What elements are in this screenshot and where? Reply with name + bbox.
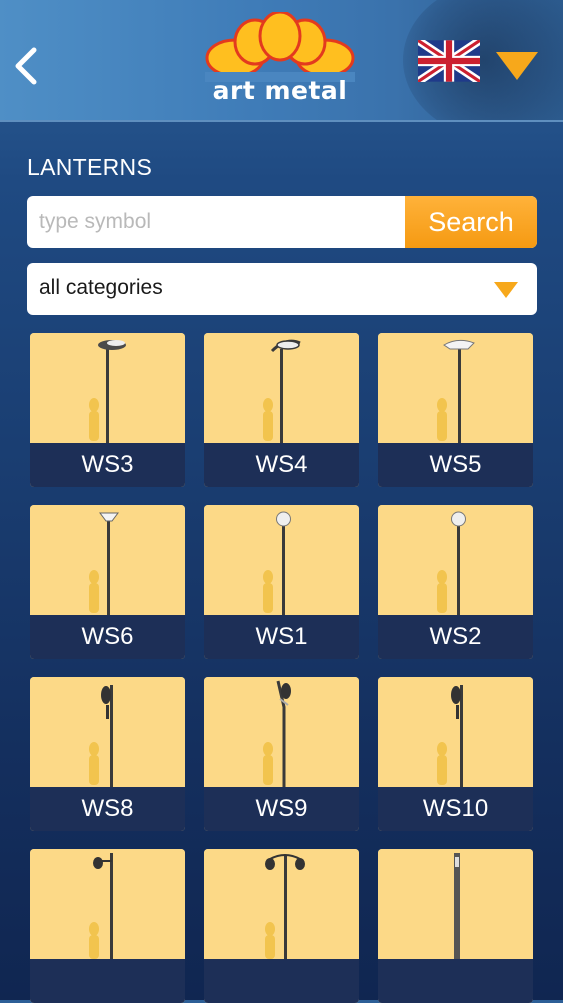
lantern-image-icon	[89, 512, 119, 615]
search-input[interactable]	[27, 196, 405, 248]
product-image	[30, 333, 185, 443]
product-image	[204, 849, 359, 959]
lantern-image-icon	[265, 854, 305, 959]
category-dropdown[interactable]: all categories	[27, 263, 537, 315]
product-label	[204, 959, 359, 1003]
lantern-image-icon	[89, 685, 113, 787]
art-metal-logo: art metal	[205, 10, 355, 107]
product-image	[378, 849, 533, 959]
language-flag-uk[interactable]	[415, 36, 483, 86]
product-card[interactable]	[30, 849, 185, 1003]
product-label: WS3	[30, 443, 185, 487]
product-image	[378, 333, 533, 443]
lantern-image-icon	[437, 339, 475, 443]
person-silhouette	[437, 570, 447, 613]
person-silhouette	[437, 742, 447, 785]
person-silhouette	[263, 398, 273, 441]
lantern-image-icon	[89, 853, 113, 959]
product-card[interactable]: WS9	[204, 677, 359, 831]
product-image	[204, 677, 359, 787]
product-image	[378, 505, 533, 615]
lantern-image-icon	[454, 853, 460, 959]
category-selected-label: all categories	[39, 276, 163, 299]
person-silhouette	[89, 570, 99, 613]
back-button[interactable]	[8, 42, 48, 90]
chevron-down-icon	[494, 282, 518, 298]
product-card[interactable]: WS6	[30, 505, 185, 659]
person-silhouette	[89, 742, 99, 785]
product-card[interactable]	[378, 849, 533, 1003]
person-silhouette	[265, 922, 275, 959]
lantern-image-icon	[437, 685, 463, 787]
product-label: WS8	[30, 787, 185, 831]
product-image	[30, 505, 185, 615]
product-card[interactable]: WS8	[30, 677, 185, 831]
product-label: WS6	[30, 615, 185, 659]
product-card[interactable]: WS10	[378, 677, 533, 831]
app-header: art metal	[0, 0, 563, 122]
logo-text: art metal	[212, 76, 348, 105]
product-image	[204, 505, 359, 615]
uk-flag-icon	[415, 36, 483, 86]
product-image	[30, 849, 185, 959]
logo-petals-icon	[205, 10, 355, 82]
chevron-left-icon	[15, 47, 37, 85]
product-label: WS5	[378, 443, 533, 487]
person-silhouette	[89, 398, 99, 441]
product-label	[378, 959, 533, 1003]
triangle-down-icon	[496, 52, 538, 80]
product-image	[378, 677, 533, 787]
search-bar: Search	[27, 196, 537, 248]
section-title: LANTERNS	[27, 154, 153, 180]
product-card[interactable]: WS3	[30, 333, 185, 487]
lantern-image-icon	[263, 680, 291, 787]
language-dropdown-button[interactable]	[494, 50, 540, 82]
product-card[interactable]: WS4	[204, 333, 359, 487]
product-label: WS4	[204, 443, 359, 487]
person-silhouette	[263, 570, 273, 613]
product-label: WS9	[204, 787, 359, 831]
product-label: WS1	[204, 615, 359, 659]
product-card[interactable]: WS1	[204, 505, 359, 659]
product-image	[204, 333, 359, 443]
lantern-image-icon	[263, 511, 291, 615]
product-image	[30, 677, 185, 787]
product-label: WS2	[378, 615, 533, 659]
person-silhouette	[89, 922, 99, 959]
lantern-image-icon	[89, 340, 126, 443]
product-card[interactable]: WS5	[378, 333, 533, 487]
search-button[interactable]: Search	[405, 196, 537, 248]
product-card[interactable]: WS2	[378, 505, 533, 659]
lantern-image-icon	[437, 511, 466, 615]
product-label	[30, 959, 185, 1003]
product-label: WS10	[378, 787, 533, 831]
product-card[interactable]	[204, 849, 359, 1003]
person-silhouette	[437, 398, 447, 441]
person-silhouette	[263, 742, 273, 785]
lantern-image-icon	[263, 339, 301, 443]
